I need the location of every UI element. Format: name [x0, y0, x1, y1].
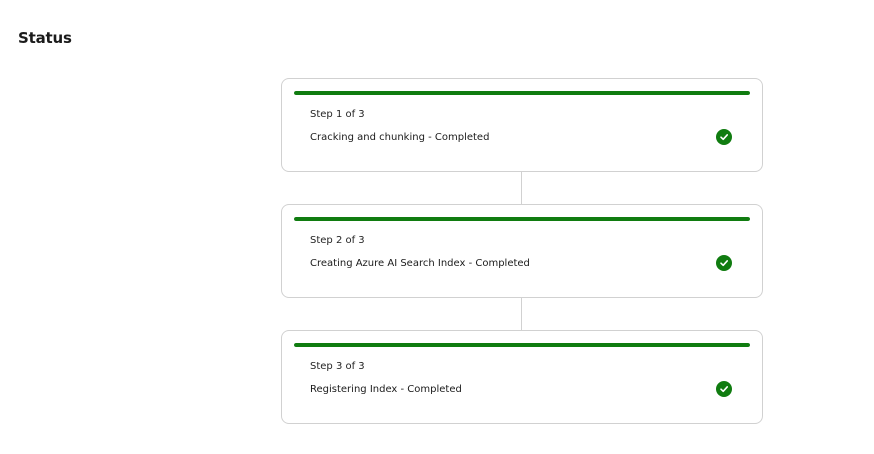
step-status-text: Registering Index - Completed	[310, 384, 462, 395]
step-status-text: Cracking and chunking - Completed	[310, 132, 490, 143]
step-status-text: Creating Azure AI Search Index - Complet…	[310, 258, 530, 269]
progress-bar-fill	[294, 217, 750, 221]
checkmark-circle-icon	[716, 129, 732, 145]
progress-bar	[294, 217, 750, 221]
checkmark-circle-icon	[716, 255, 732, 271]
step-number-label: Step 3 of 3	[310, 361, 365, 372]
step-card: Step 1 of 3 Cracking and chunking - Comp…	[281, 78, 763, 172]
step-connector	[521, 298, 522, 330]
progress-bar-fill	[294, 343, 750, 347]
step-number-label: Step 1 of 3	[310, 109, 365, 120]
step-card: Step 3 of 3 Registering Index - Complete…	[281, 330, 763, 424]
progress-bar	[294, 343, 750, 347]
step-connector	[521, 172, 522, 204]
checkmark-circle-icon	[716, 381, 732, 397]
progress-bar	[294, 91, 750, 95]
steps-list: Step 1 of 3 Cracking and chunking - Comp…	[281, 78, 763, 424]
step-card: Step 2 of 3 Creating Azure AI Search Ind…	[281, 204, 763, 298]
progress-bar-fill	[294, 91, 750, 95]
step-number-label: Step 2 of 3	[310, 235, 365, 246]
status-heading: Status	[18, 29, 72, 47]
